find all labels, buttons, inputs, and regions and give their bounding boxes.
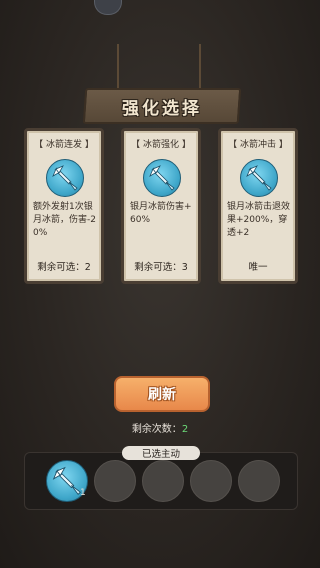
ice-arrow-icon: [46, 159, 84, 197]
refresh-label: 刷新: [148, 387, 176, 403]
card-description: 银月冰箭击退效果+200%，穿透+2: [227, 202, 291, 238]
title-banner: 强化选择: [82, 88, 242, 124]
upgrade-cards: 【 冰箭连发 】 额外发射1次银月冰箭，伤害-20% 剩余可选：2 【 冰箭强化…: [24, 128, 298, 290]
card-description: 银月冰箭伤害+60%: [130, 202, 192, 225]
card-footer: 剩余可选：3: [134, 262, 188, 273]
ice-arrow-icon: [240, 159, 278, 197]
skill-slot-3[interactable]: [142, 460, 184, 502]
banner-title: 强化选择: [122, 98, 202, 119]
upgrade-card-1[interactable]: 【 冰箭连发 】 额外发射1次银月冰箭，伤害-20% 剩余可选：2: [24, 128, 104, 284]
skill-slot-4[interactable]: [190, 460, 232, 502]
selected-active-tag: 已选主动: [122, 446, 200, 460]
skill-slot-2[interactable]: [94, 460, 136, 502]
remaining-label: 剩余次数：: [131, 424, 182, 435]
card-description: 额外发射1次银月冰箭，伤害-20%: [33, 202, 96, 238]
card-footer: 唯一: [248, 262, 268, 273]
card-title: 【 冰箭冲击 】: [228, 140, 288, 150]
rope-left: [117, 44, 119, 92]
card-title: 【 冰箭强化 】: [131, 140, 191, 150]
skill-level: 1: [80, 488, 86, 498]
skill-slot-5[interactable]: [238, 460, 280, 502]
remaining-number: 2: [181, 424, 189, 435]
refresh-button[interactable]: 刷新: [114, 376, 210, 412]
rope-right: [199, 44, 201, 92]
top-knob: [94, 0, 122, 15]
upgrade-card-3[interactable]: 【 冰箭冲击 】 银月冰箭击退效果+200%，穿透+2 唯一: [218, 128, 298, 284]
card-title: 【 冰箭连发 】: [34, 140, 94, 150]
ice-arrow-icon: [143, 159, 181, 197]
card-footer: 剩余可选：2: [37, 262, 91, 273]
remaining-count: 剩余次数：2: [0, 420, 320, 435]
upgrade-card-2[interactable]: 【 冰箭强化 】 银月冰箭伤害+60% 剩余可选：3: [121, 128, 201, 284]
